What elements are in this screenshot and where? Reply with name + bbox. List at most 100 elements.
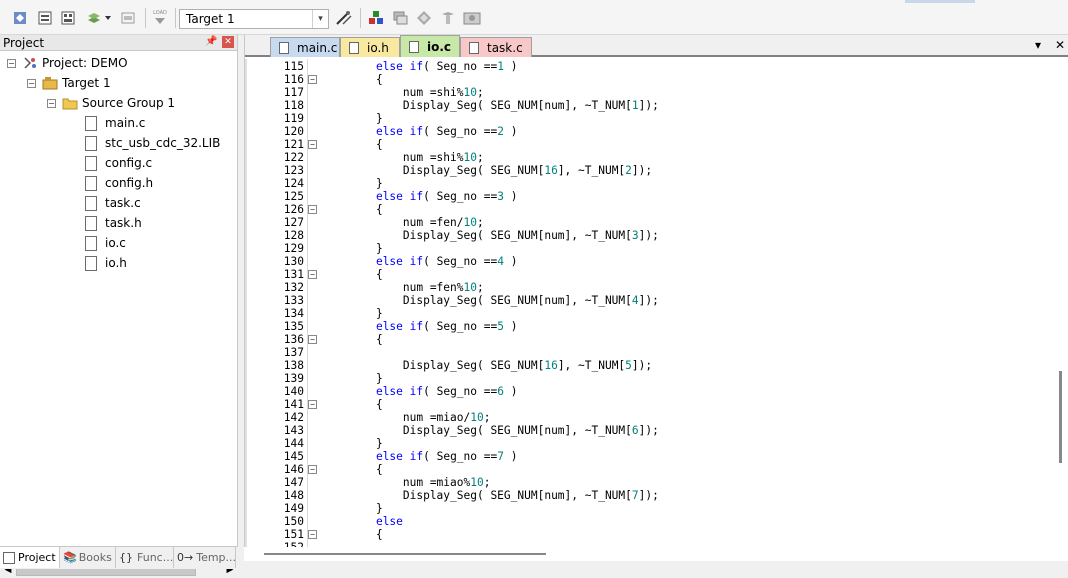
build-icon[interactable]: [35, 8, 55, 28]
fold-toggle-icon[interactable]: −: [308, 205, 317, 214]
collapse-icon[interactable]: −: [47, 98, 56, 108]
scroll-thumb[interactable]: [264, 553, 546, 555]
fold-toggle-icon[interactable]: −: [308, 400, 317, 409]
dropdown-icon[interactable]: [102, 8, 114, 28]
tab-io-h[interactable]: io.h: [340, 37, 400, 57]
scroll-thumb[interactable]: [1059, 371, 1062, 463]
run-time-icon[interactable]: [414, 8, 434, 28]
collapse-icon[interactable]: −: [7, 58, 16, 68]
code-line[interactable]: 133 Display_Seg( SEG_NUM[num], ~T_NUM[4]…: [245, 294, 1045, 307]
tab-functions[interactable]: {} Func...: [116, 547, 174, 568]
line-number: 135: [283, 320, 304, 333]
tree-file-config-h[interactable]: config.h: [85, 174, 153, 192]
tree-file-task-h[interactable]: task.h: [85, 214, 142, 232]
tree-source-group[interactable]: − Source Group 1: [47, 94, 175, 112]
code-line[interactable]: 117 num =shi%10;: [245, 86, 1045, 99]
code-line[interactable]: 130 else if( Seg_no ==4 ): [245, 255, 1045, 268]
file-label: main.c: [105, 116, 146, 130]
manage-packs-icon[interactable]: [390, 8, 410, 28]
code-area[interactable]: 115 else if( Seg_no ==1 ) 116− {117 num =…: [245, 59, 1055, 547]
code-line[interactable]: 116− {: [245, 73, 1045, 86]
code-line[interactable]: 142 num =miao/10;: [245, 411, 1045, 424]
file-icon: [469, 41, 479, 54]
tab-io-c[interactable]: io.c: [400, 35, 460, 57]
editor-vscrollbar[interactable]: [1054, 59, 1068, 547]
code-line[interactable]: 146− {: [245, 463, 1045, 476]
fold-toggle-icon[interactable]: −: [308, 140, 317, 149]
batch-build-icon[interactable]: [84, 8, 104, 28]
code-text: {: [349, 333, 383, 346]
tab-templates[interactable]: 0→ Temp...: [174, 547, 236, 568]
code-line[interactable]: 136− {: [245, 333, 1045, 346]
fold-toggle-icon[interactable]: −: [308, 270, 317, 279]
collapse-icon[interactable]: −: [27, 78, 36, 88]
code-text: {: [349, 528, 383, 541]
target-select[interactable]: Target 1 ▾: [179, 9, 329, 29]
code-line[interactable]: 127 num =fen/10;: [245, 216, 1045, 229]
tree-file-config-c[interactable]: config.c: [85, 154, 152, 172]
stop-build-icon[interactable]: [118, 8, 138, 28]
code-line[interactable]: 132 num =fen%10;: [245, 281, 1045, 294]
close-icon[interactable]: ✕: [222, 36, 234, 48]
code-line[interactable]: 149 }: [245, 502, 1045, 515]
code-line[interactable]: 121− {: [245, 138, 1045, 151]
code-line[interactable]: 135 else if( Seg_no ==5 ): [245, 320, 1045, 333]
tree-project[interactable]: − Project: DEMO: [7, 54, 128, 72]
download-icon[interactable]: LOAD: [150, 8, 170, 28]
code-line[interactable]: 122 num =shi%10;: [245, 151, 1045, 164]
code-line[interactable]: 140 else if( Seg_no ==6 ): [245, 385, 1045, 398]
editor-tabs: main.c io.h io.c task.c ▾ ✕: [245, 35, 1068, 57]
code-line[interactable]: 129 }: [245, 242, 1045, 255]
tab-books[interactable]: 📚 Books: [60, 547, 116, 568]
compile-icon[interactable]: [10, 8, 30, 28]
fold-toggle-icon[interactable]: −: [308, 75, 317, 84]
tree-file-task-c[interactable]: task.c: [85, 194, 141, 212]
code-line[interactable]: 125 else if( Seg_no ==3 ): [245, 190, 1045, 203]
close-editor-icon[interactable]: ✕: [1055, 38, 1065, 52]
editor-hscrollbar[interactable]: [244, 547, 1054, 561]
books-icon[interactable]: [438, 8, 458, 28]
code-line[interactable]: 134 }: [245, 307, 1045, 320]
tree-file-main-c[interactable]: main.c: [85, 114, 145, 132]
fold-toggle-icon[interactable]: −: [308, 465, 317, 474]
pin-icon[interactable]: 📌: [205, 36, 217, 47]
tree-file-lib[interactable]: stc_usb_cdc_32.LIB: [85, 134, 220, 152]
tree-target[interactable]: − Target 1: [27, 74, 111, 92]
code-text: else: [375, 515, 403, 528]
code-line[interactable]: 150 else: [245, 515, 1045, 528]
code-line[interactable]: 148 Display_Seg( SEG_NUM[num], ~T_NUM[7]…: [245, 489, 1045, 502]
target-options-icon[interactable]: [334, 8, 354, 28]
code-line[interactable]: 143 Display_Seg( SEG_NUM[num], ~T_NUM[6]…: [245, 424, 1045, 437]
code-line[interactable]: 144 }: [245, 437, 1045, 450]
code-line[interactable]: 139 }: [245, 372, 1045, 385]
code-line[interactable]: 123 Display_Seg( SEG_NUM[16], ~T_NUM[2])…: [245, 164, 1045, 177]
code-line[interactable]: 124 }: [245, 177, 1045, 190]
code-line[interactable]: 126− {: [245, 203, 1045, 216]
code-line[interactable]: 145 else if( Seg_no ==7 ): [245, 450, 1045, 463]
file-icon: [85, 255, 97, 271]
code-line[interactable]: 115 else if( Seg_no ==1 ): [245, 60, 1045, 73]
fold-toggle-icon[interactable]: −: [308, 530, 317, 539]
code-line[interactable]: 131− {: [245, 268, 1045, 281]
code-text: }: [349, 112, 383, 125]
code-line[interactable]: 147 num =miao%10;: [245, 476, 1045, 489]
code-line[interactable]: 118 Display_Seg( SEG_NUM[num], ~T_NUM[1]…: [245, 99, 1045, 112]
tree-file-io-c[interactable]: io.c: [85, 234, 126, 252]
code-line[interactable]: 119 }: [245, 112, 1045, 125]
code-line[interactable]: 137: [245, 346, 1045, 359]
code-line[interactable]: 141− {: [245, 398, 1045, 411]
tab-main-c[interactable]: main.c: [270, 37, 340, 57]
tree-file-io-h[interactable]: io.h: [85, 254, 127, 272]
rebuild-icon[interactable]: [58, 8, 78, 28]
code-line[interactable]: 151− {: [245, 528, 1045, 541]
tab-list-dropdown-icon[interactable]: ▾: [1035, 38, 1041, 52]
chevron-down-icon[interactable]: ▾: [312, 10, 328, 28]
code-line[interactable]: 138 Display_Seg( SEG_NUM[16], ~T_NUM[5])…: [245, 359, 1045, 372]
pack-installer-icon[interactable]: [462, 8, 482, 28]
code-line[interactable]: 128 Display_Seg( SEG_NUM[num], ~T_NUM[3]…: [245, 229, 1045, 242]
code-line[interactable]: 120 else if( Seg_no ==2 ): [245, 125, 1045, 138]
tab-task-c[interactable]: task.c: [460, 37, 532, 57]
tab-project[interactable]: Project: [0, 547, 60, 568]
fold-toggle-icon[interactable]: −: [308, 335, 317, 344]
manage-components-icon[interactable]: [366, 8, 386, 28]
